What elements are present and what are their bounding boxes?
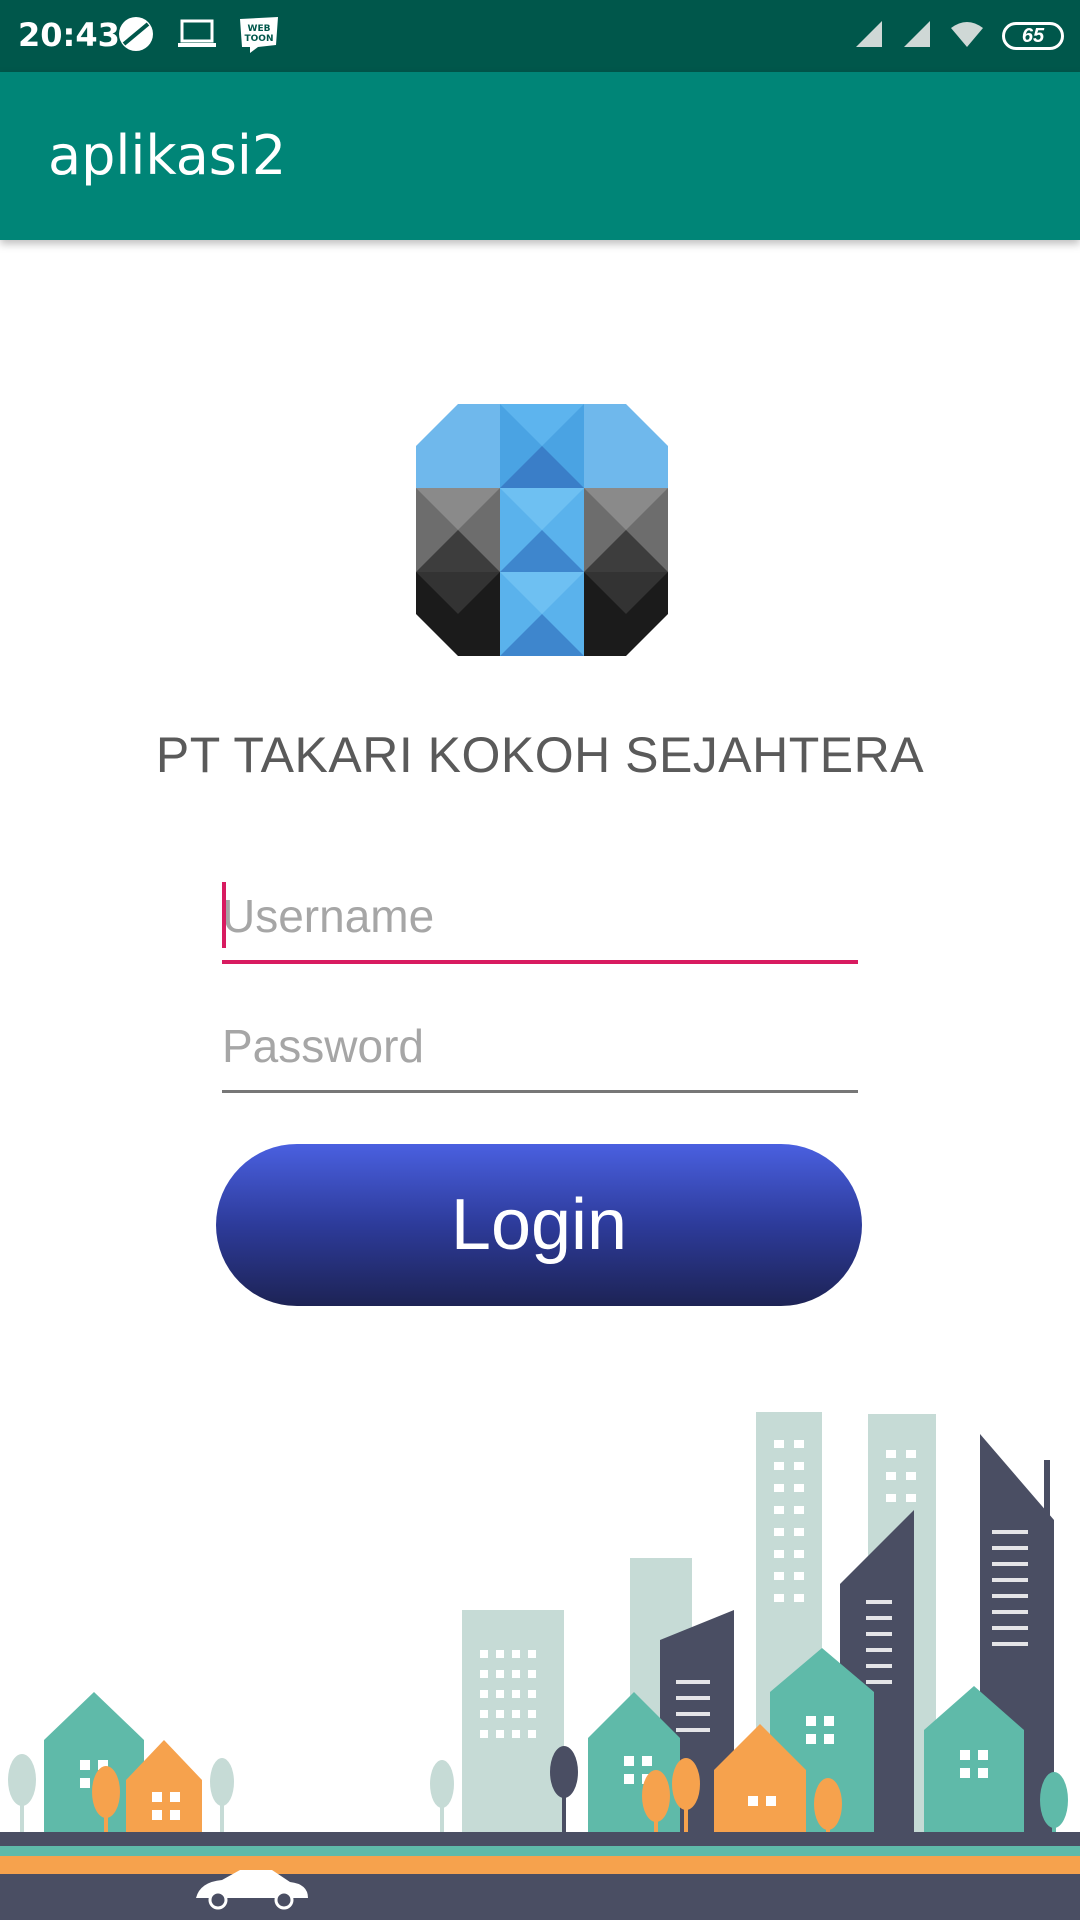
username-input[interactable] (222, 880, 858, 952)
wifi-icon (950, 20, 984, 53)
laptop-icon (176, 17, 218, 56)
system-icons: 65 (854, 16, 1064, 56)
app-bar: aplikasi2 (0, 72, 1080, 240)
signal-icon (902, 19, 932, 54)
status-time: 20:43 (18, 16, 120, 54)
password-input[interactable] (222, 1010, 858, 1082)
password-field-container (222, 1010, 858, 1093)
login-button[interactable]: Login (216, 1144, 862, 1306)
username-field-container (222, 880, 858, 964)
text-cursor (222, 882, 226, 948)
app-title: aplikasi2 (48, 124, 287, 187)
notification-icons: WEB TOON (116, 14, 280, 58)
signal-icon (854, 19, 884, 54)
battery-level: 65 (1021, 24, 1045, 47)
browser-icon (116, 14, 156, 59)
webtoon-icon: WEB TOON (238, 15, 280, 58)
company-name: PT TAKARI KOKOH SEJAHTERA (155, 727, 925, 783)
svg-text:WEB: WEB (248, 24, 271, 34)
status-bar: 20:43 WEB TOON 65 (0, 0, 1080, 72)
company-logo (416, 404, 668, 656)
city-skyline-illustration (0, 1400, 1080, 1920)
battery-icon: 65 (1002, 22, 1064, 50)
svg-text:TOON: TOON (245, 34, 274, 44)
